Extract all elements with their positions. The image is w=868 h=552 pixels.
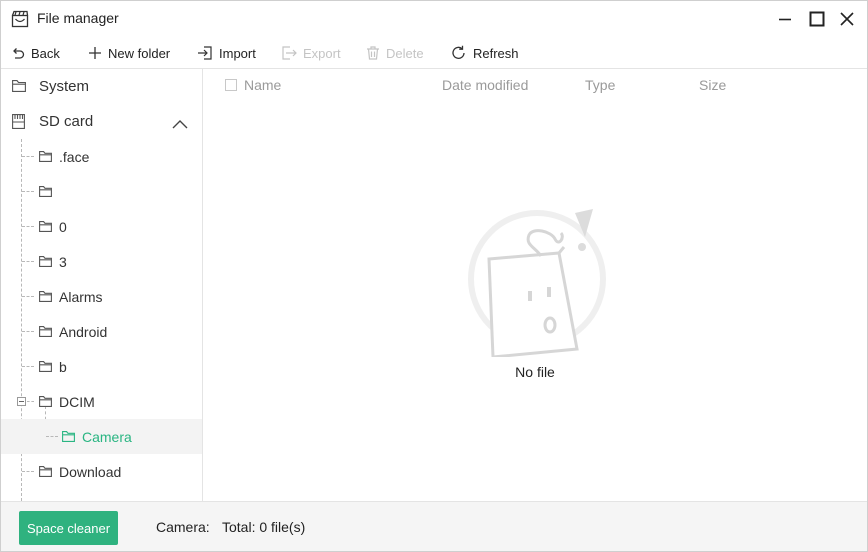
sidebar-item-b[interactable]: b (1, 349, 202, 384)
refresh-button[interactable]: Refresh (451, 43, 519, 63)
sidebar-item-android[interactable]: Android (1, 314, 202, 349)
folder-icon (39, 185, 52, 200)
trash-icon (367, 46, 379, 60)
export-button[interactable]: Export (281, 43, 341, 63)
empty-bag-illustration (465, 207, 611, 359)
column-header-type[interactable]: Type (585, 77, 615, 93)
new-folder-button[interactable]: New folder (88, 43, 170, 63)
collapse-toggle-icon[interactable] (17, 397, 26, 406)
column-header-size[interactable]: Size (699, 77, 726, 93)
folder-label: Download (59, 464, 122, 480)
title-bar[interactable]: File manager (1, 1, 867, 37)
current-directory-label: Camera: (156, 519, 210, 535)
sidebar-item-unnamed[interactable] (1, 174, 202, 209)
status-bar: Space cleaner Camera: Total: 0 file(s) (1, 501, 867, 551)
sidebar-item-partial[interactable] (1, 489, 202, 501)
minimize-icon (779, 18, 791, 21)
folder-label: Camera (82, 429, 132, 445)
open-folder-icon (62, 430, 76, 445)
delete-label: Delete (386, 45, 424, 61)
sd-card-icon (12, 114, 25, 133)
refresh-label: Refresh (473, 45, 519, 61)
delete-button[interactable]: Delete (366, 43, 424, 63)
close-button[interactable] (834, 7, 860, 31)
folder-icon (39, 465, 52, 480)
close-icon (840, 12, 854, 26)
folder-tree-sidebar[interactable]: System SD card .face 0 3 Alarms Android … (1, 69, 203, 501)
back-label: Back (31, 45, 60, 61)
sidebar-item-face[interactable]: .face (1, 139, 202, 174)
chevron-up-icon[interactable] (172, 116, 188, 133)
plus-icon (89, 47, 101, 59)
sidebar-item-label: System (39, 78, 90, 95)
folder-icon (39, 395, 52, 410)
column-header-name[interactable]: Name (244, 77, 281, 93)
folder-label: b (59, 359, 67, 375)
folder-icon (12, 79, 26, 96)
sidebar-item-dcim[interactable]: DCIM (1, 384, 202, 419)
empty-state-text: No file (515, 364, 555, 380)
sidebar-item-download[interactable]: Download (1, 454, 202, 489)
maximize-button[interactable] (804, 7, 830, 31)
select-all-checkbox[interactable] (225, 79, 237, 91)
folder-icon (39, 220, 52, 235)
file-list-pane[interactable]: Name Date modified Type Size No file (203, 69, 867, 501)
folder-label: Alarms (59, 289, 103, 305)
sidebar-item-0[interactable]: 0 (1, 209, 202, 244)
file-count-label: Total: 0 file(s) (222, 519, 306, 535)
folder-icon (39, 360, 52, 375)
folder-icon (39, 290, 52, 305)
back-button[interactable]: Back (11, 43, 60, 63)
window-title: File manager (37, 10, 119, 26)
sidebar-item-sd-card[interactable]: SD card (1, 104, 202, 139)
export-label: Export (303, 45, 341, 61)
sidebar-item-alarms[interactable]: Alarms (1, 279, 202, 314)
import-label: Import (219, 45, 256, 61)
folder-label: 3 (59, 254, 67, 270)
folder-label: 0 (59, 219, 67, 235)
folder-icon (39, 325, 52, 340)
sidebar-item-system[interactable]: System (1, 69, 202, 104)
folder-label: Android (59, 324, 108, 340)
space-cleaner-button[interactable]: Space cleaner (19, 511, 118, 545)
sidebar-item-camera[interactable]: Camera (1, 419, 202, 454)
folder-label: .face (59, 149, 90, 165)
column-header-date-modified[interactable]: Date modified (442, 77, 528, 93)
sidebar-item-label: SD card (39, 113, 94, 130)
film-clapper-icon (11, 10, 29, 28)
export-icon (282, 46, 297, 60)
sidebar-item-3[interactable]: 3 (1, 244, 202, 279)
toolbar: Back New folder Import Export Delete Ref… (1, 37, 867, 69)
minimize-button[interactable] (772, 7, 798, 31)
new-folder-label: New folder (108, 45, 171, 61)
folder-icon (39, 255, 52, 270)
refresh-icon (452, 45, 465, 59)
folder-label: DCIM (59, 394, 95, 410)
import-icon (198, 46, 212, 60)
maximize-icon (809, 11, 825, 27)
folder-icon (39, 150, 52, 165)
import-button[interactable]: Import (197, 43, 256, 63)
file-manager-window: File manager Back New folder Import Expo… (0, 0, 868, 552)
undo-arrow-icon (13, 48, 25, 59)
